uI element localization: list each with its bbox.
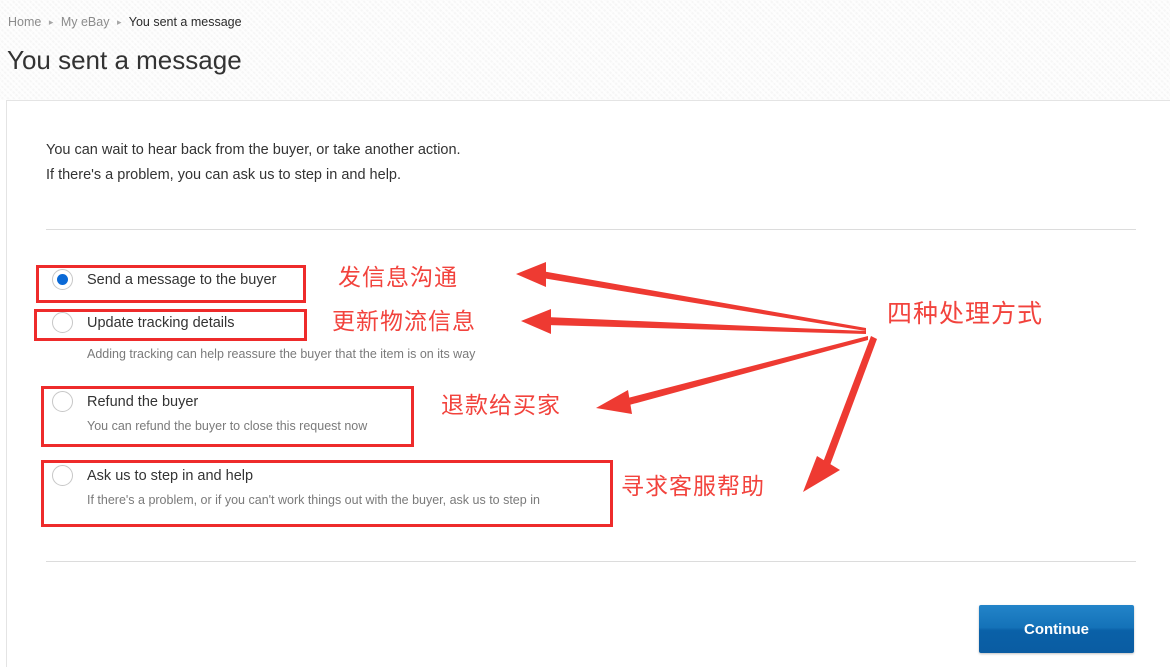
option-label-ask-us-step-in: Ask us to step in and help xyxy=(87,467,254,484)
page-header-band: Home ▸ My eBay ▸ You sent a message You … xyxy=(0,0,1170,100)
radio-button-update-tracking[interactable] xyxy=(52,312,73,333)
breadcrumb-item-home[interactable]: Home xyxy=(8,15,41,29)
breadcrumb: Home ▸ My eBay ▸ You sent a message xyxy=(8,14,242,31)
divider-bottom xyxy=(46,561,1136,562)
breadcrumb-item-my-ebay[interactable]: My eBay xyxy=(61,15,110,29)
page-root: Home ▸ My eBay ▸ You sent a message You … xyxy=(0,0,1170,667)
option-label-refund-buyer: Refund the buyer xyxy=(87,393,199,410)
breadcrumb-separator-icon: ▸ xyxy=(48,17,54,27)
radio-row-refund-buyer[interactable]: Refund the buyer xyxy=(52,391,198,412)
intro-text: You can wait to hear back from the buyer… xyxy=(46,138,461,188)
radio-button-ask-us-step-in[interactable] xyxy=(52,465,73,486)
intro-line-1: You can wait to hear back from the buyer… xyxy=(46,142,461,158)
page-title: You sent a message xyxy=(7,45,242,75)
continue-button[interactable]: Continue xyxy=(979,605,1134,653)
intro-line-2: If there's a problem, you can ask us to … xyxy=(46,167,402,183)
divider-top xyxy=(46,229,1136,230)
radio-button-send-message[interactable] xyxy=(52,269,73,290)
option-label-send-message: Send a message to the buyer xyxy=(87,271,277,288)
option-sub-refund-buyer: You can refund the buyer to close this r… xyxy=(87,419,368,433)
breadcrumb-separator-icon: ▸ xyxy=(116,17,122,27)
breadcrumb-item-current: You sent a message xyxy=(128,15,242,29)
content-card: You can wait to hear back from the buyer… xyxy=(6,100,1170,667)
radio-row-ask-us-step-in[interactable]: Ask us to step in and help xyxy=(52,465,253,486)
option-sub-update-tracking: Adding tracking can help reassure the bu… xyxy=(87,347,476,361)
radio-row-update-tracking[interactable]: Update tracking details xyxy=(52,312,235,333)
option-label-update-tracking: Update tracking details xyxy=(87,314,235,331)
radio-button-refund-buyer[interactable] xyxy=(52,391,73,412)
option-sub-ask-us-step-in: If there's a problem, or if you can't wo… xyxy=(87,493,540,507)
radio-row-send-message[interactable]: Send a message to the buyer xyxy=(52,269,276,290)
